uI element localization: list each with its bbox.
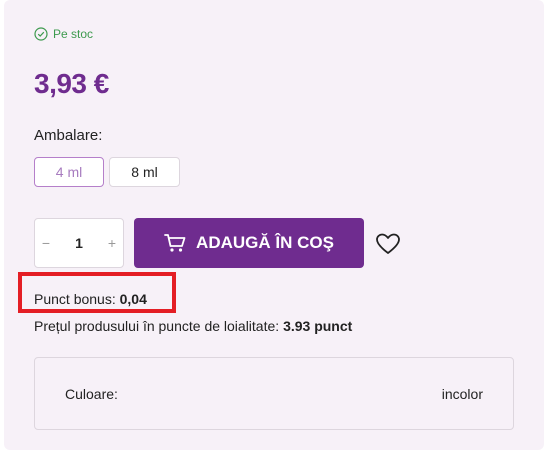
add-to-cart-button[interactable]: ADAUGĂ ÎN COŞ: [134, 218, 364, 268]
product-price: 3,93 €: [34, 68, 109, 99]
bonus-value: 0,04: [119, 291, 147, 307]
packaging-label: Ambalare:: [34, 127, 103, 144]
loyalty-label: Prețul produsului în puncte de loialitat…: [34, 318, 280, 334]
attributes-table: Culoare: incolor: [34, 357, 514, 430]
stock-status: Pe stoc: [34, 27, 93, 41]
quantity-stepper: − 1 +: [34, 218, 124, 268]
quantity-decrement-button[interactable]: −: [35, 235, 57, 251]
bonus-label: Punct bonus:: [34, 291, 116, 307]
packaging-option-4ml[interactable]: 4 ml: [34, 157, 104, 187]
check-circle-icon: [34, 27, 48, 41]
packaging-option-8ml[interactable]: 8 ml: [109, 157, 180, 187]
quantity-input[interactable]: 1: [57, 235, 101, 251]
loyalty-points: Prețul produsului în puncte de loialitat…: [34, 318, 352, 334]
add-to-cart-label: ADAUGĂ ÎN COŞ: [196, 233, 334, 252]
loyalty-value: 3.93 punct: [283, 318, 353, 334]
cart-icon: [164, 234, 186, 252]
attribute-value: incolor: [441, 386, 483, 402]
heart-icon[interactable]: [374, 230, 402, 258]
bonus-points: Punct bonus: 0,04: [34, 291, 147, 307]
stock-text: Pe stoc: [53, 27, 94, 41]
attribute-label: Culoare:: [65, 386, 118, 402]
quantity-increment-button[interactable]: +: [101, 235, 123, 251]
